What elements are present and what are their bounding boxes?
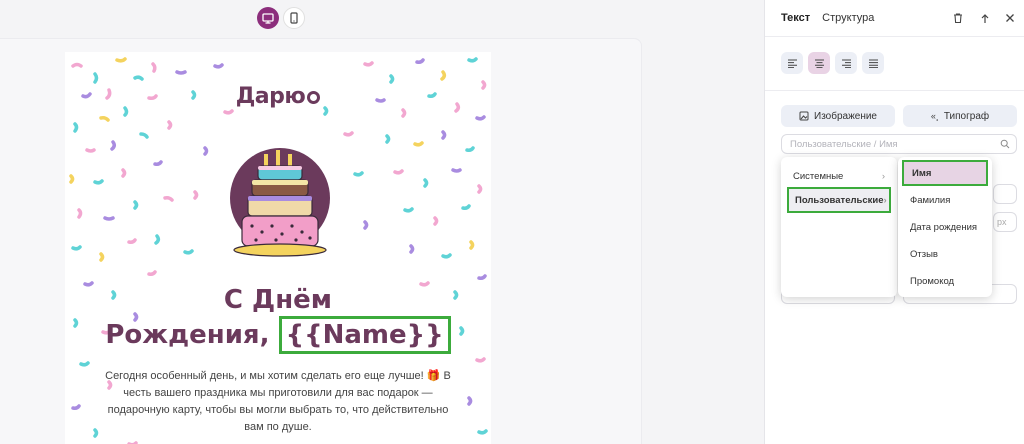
typograph-button[interactable]: «¸ Типограф xyxy=(903,105,1017,127)
variable-category-menu: Системные › Пользовательские › xyxy=(781,157,897,297)
close-icon[interactable] xyxy=(1002,10,1018,26)
brand-logo-mark xyxy=(307,91,321,104)
panel-divider xyxy=(765,36,1024,37)
submenu-item-name[interactable]: Имя xyxy=(902,160,988,186)
search-icon xyxy=(1000,139,1010,149)
tab-structure[interactable]: Структура xyxy=(822,12,874,28)
hidden-size-field[interactable]: px xyxy=(993,212,1017,232)
align-center-button[interactable] xyxy=(808,52,830,74)
headline-line-1: С Днём xyxy=(223,285,333,315)
menu-item-system[interactable]: Системные › xyxy=(787,163,891,189)
menu-item-custom[interactable]: Пользовательские › xyxy=(787,187,891,213)
phone-icon xyxy=(290,12,298,24)
submenu-item-promocode[interactable]: Промокод xyxy=(902,268,988,294)
panel-actions xyxy=(950,10,1018,26)
desktop-view-button[interactable] xyxy=(257,7,279,29)
name-variable[interactable]: {{Name}} xyxy=(278,316,451,354)
trash-icon[interactable] xyxy=(950,10,966,26)
typograph-label: Типограф xyxy=(943,110,990,122)
headline-line-2: Рождения, {{Name}} xyxy=(65,316,491,354)
align-right-button[interactable] xyxy=(835,52,857,74)
size-unit-label: px xyxy=(997,217,1007,227)
editor-canvas-area: Дарю С Днём Рождения, {{Name}} Сегодня о… xyxy=(0,0,764,444)
align-left-icon xyxy=(787,59,797,68)
hidden-select-field[interactable] xyxy=(993,184,1017,204)
variable-submenu: Имя Фамилия Дата рождения Отзыв Промокод xyxy=(898,157,992,297)
view-toggle xyxy=(257,7,305,29)
monitor-icon xyxy=(262,12,274,24)
submenu-item-birthdate[interactable]: Дата рождения xyxy=(902,214,988,240)
align-center-icon xyxy=(814,59,824,68)
align-left-button[interactable] xyxy=(781,52,803,74)
align-justify-icon xyxy=(868,59,878,68)
align-right-icon xyxy=(841,59,851,68)
birthday-cake-illustration xyxy=(230,148,330,257)
mobile-view-button[interactable] xyxy=(283,7,305,29)
panel-tabs: Текст Структура xyxy=(781,12,874,28)
chevron-right-icon: › xyxy=(881,170,885,182)
variable-search-input[interactable]: Пользовательские / Имя xyxy=(781,134,1017,154)
insert-row: Изображение «¸ Типограф xyxy=(781,105,1017,127)
undo-icon[interactable] xyxy=(976,10,992,26)
brand-logo: Дарю xyxy=(65,84,491,109)
panel-divider-2 xyxy=(765,90,1024,91)
chevron-right-icon: › xyxy=(883,194,887,206)
text-align-group xyxy=(781,52,884,74)
typograph-icon: «¸ xyxy=(930,111,939,121)
insert-image-label: Изображение xyxy=(814,110,877,122)
search-placeholder: Пользовательские / Имя xyxy=(790,139,898,150)
email-preview[interactable]: Дарю С Днём Рождения, {{Name}} Сегодня о… xyxy=(65,52,491,444)
insert-image-button[interactable]: Изображение xyxy=(781,105,895,127)
menu-item-system-label: Системные xyxy=(793,170,844,182)
headline-greeting: Рождения, xyxy=(105,320,270,350)
tab-text[interactable]: Текст xyxy=(781,12,810,28)
email-body-text[interactable]: Сегодня особенный день, и мы хотим сдела… xyxy=(105,368,451,436)
menu-item-custom-label: Пользовательские xyxy=(795,194,884,206)
submenu-item-surname[interactable]: Фамилия xyxy=(902,187,988,213)
submenu-item-review[interactable]: Отзыв xyxy=(902,241,988,267)
image-icon xyxy=(799,111,809,121)
email-headline[interactable]: С Днём Рождения, {{Name}} xyxy=(65,284,491,354)
brand-logo-text: Дарю xyxy=(235,84,306,109)
align-justify-button[interactable] xyxy=(862,52,884,74)
